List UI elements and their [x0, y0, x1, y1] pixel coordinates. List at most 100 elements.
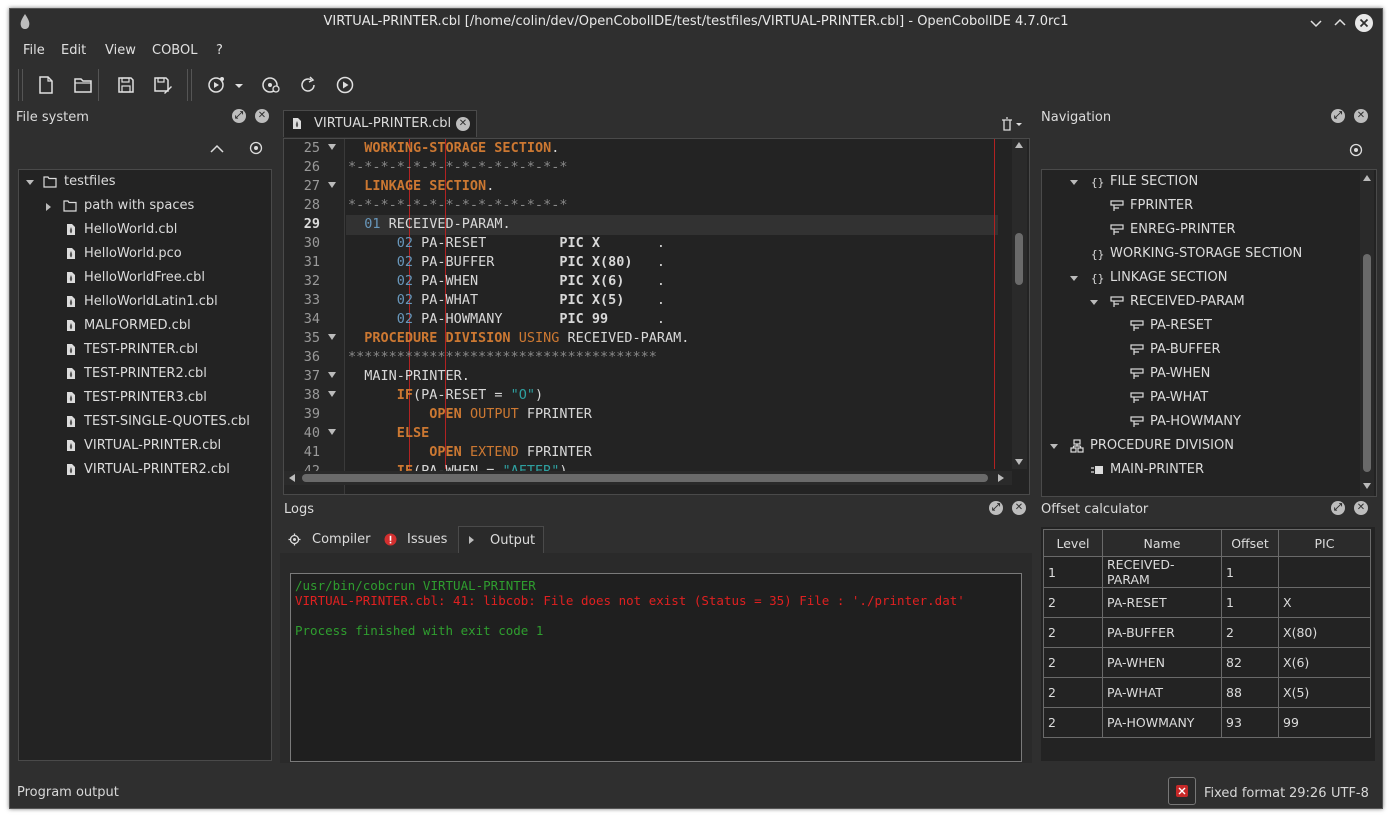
table-cell[interactable]: 1 [1221, 556, 1279, 588]
toolbar-handle-2[interactable] [187, 69, 192, 101]
editor-tab[interactable]: VIRTUAL-PRINTER.cbl ✕ [283, 110, 477, 137]
tree-root-testfiles[interactable]: testfiles [19, 172, 269, 194]
table-cell[interactable]: PA-HOWMANY [1102, 707, 1222, 738]
table-row[interactable]: 1 RECEIVED-PARAM 1 [1043, 556, 1371, 588]
table-cell[interactable]: PA-WHEN [1102, 647, 1222, 678]
file-item[interactable]: MALFORMED.cbl [19, 316, 269, 338]
settings-icon[interactable] [249, 141, 263, 159]
tab-issues[interactable]: Issues [376, 527, 456, 553]
nav-scrollbar[interactable] [1360, 170, 1374, 496]
fold-arrow-icon[interactable] [328, 182, 336, 188]
outline-item[interactable]: ENREG-PRINTER [1042, 220, 1358, 242]
table-row[interactable]: 2 PA-RESET 1 X [1043, 587, 1371, 618]
code-line[interactable]: 38 IF(PA-RESET = "O") [284, 387, 1029, 406]
outline-item[interactable]: PA-WHAT [1042, 388, 1358, 410]
vertical-scrollbar[interactable] [1012, 139, 1027, 469]
scroll-down-icon[interactable] [1363, 483, 1371, 489]
table-cell[interactable]: 2 [1043, 707, 1103, 738]
outline-item[interactable]: MAIN-PRINTER [1042, 460, 1358, 482]
table-cell[interactable]: 2 [1043, 677, 1103, 708]
menu-cobol[interactable]: COBOL [152, 43, 197, 58]
table-cell[interactable] [1278, 556, 1371, 588]
table-cell[interactable]: PA-WHAT [1102, 677, 1222, 708]
code-line[interactable]: 36 ************************************** [284, 349, 1029, 368]
table-row[interactable]: 2 PA-BUFFER 2 X(80) [1043, 617, 1371, 648]
error-indicator-button[interactable] [1168, 777, 1196, 805]
menu-file[interactable]: File [23, 43, 45, 58]
execute-icon[interactable] [334, 74, 356, 96]
file-item[interactable]: HelloWorldLatin1.cbl [19, 292, 269, 314]
table-cell[interactable]: X(80) [1278, 617, 1371, 648]
float-panel-icon[interactable]: ⤢ [1331, 109, 1345, 123]
file-item[interactable]: HelloWorldFree.cbl [19, 268, 269, 290]
status-format[interactable]: Fixed format [1204, 786, 1285, 801]
file-item[interactable]: HelloWorld.cbl [19, 220, 269, 242]
code-line[interactable]: 31 02 PA-BUFFER PIC X(80) . [284, 254, 1029, 273]
open-folder-icon[interactable] [72, 74, 94, 96]
outline-item[interactable]: PA-BUFFER [1042, 340, 1358, 362]
column-header[interactable]: Level [1043, 529, 1103, 557]
close-panel-icon[interactable]: ✕ [255, 109, 269, 123]
outline-item[interactable]: {} WORKING-STORAGE SECTION [1042, 244, 1358, 266]
table-cell[interactable]: X(5) [1278, 677, 1371, 708]
go-up-icon[interactable] [210, 143, 224, 158]
fold-arrow-icon[interactable] [328, 372, 336, 378]
table-row[interactable]: 2 PA-HOWMANY 93 99 [1043, 707, 1371, 738]
table-cell[interactable]: 99 [1278, 707, 1371, 738]
hscroll-thumb[interactable] [302, 474, 988, 482]
table-cell[interactable]: 82 [1221, 647, 1279, 678]
close-panel-icon[interactable]: ✕ [1354, 501, 1368, 515]
scroll-thumb[interactable] [1015, 233, 1023, 285]
settings-icon[interactable] [1349, 143, 1363, 161]
table-cell[interactable]: X(6) [1278, 647, 1371, 678]
horizontal-scrollbar[interactable] [284, 471, 1012, 485]
table-row[interactable]: 2 PA-WHEN 82 X(6) [1043, 647, 1371, 678]
clean-icon[interactable] [297, 74, 319, 96]
fold-arrow-icon[interactable] [328, 429, 336, 435]
table-cell[interactable]: 93 [1221, 707, 1279, 738]
status-encoding[interactable]: UTF-8 [1331, 786, 1369, 801]
file-item[interactable]: TEST-PRINTER3.cbl [19, 388, 269, 410]
file-item[interactable]: VIRTUAL-PRINTER.cbl [19, 436, 269, 458]
file-item[interactable]: TEST-SINGLE-QUOTES.cbl [19, 412, 269, 434]
column-header[interactable]: Offset [1221, 529, 1279, 557]
expand-arrow-icon[interactable] [1070, 180, 1078, 185]
outline-item[interactable]: PROCEDURE DIVISION [1042, 436, 1358, 458]
outline-item[interactable]: {} FILE SECTION [1042, 172, 1358, 194]
new-file-icon[interactable] [35, 74, 57, 96]
code-line[interactable]: 35 PROCEDURE DIVISION USING RECEIVED-PAR… [284, 330, 1029, 349]
fold-arrow-icon[interactable] [328, 144, 336, 150]
outline-item[interactable]: RECEIVED-PARAM [1042, 292, 1358, 314]
tree-folder-path-with-spaces[interactable]: path with spaces [19, 196, 269, 218]
compile-icon[interactable] [260, 74, 282, 96]
expand-arrow-icon[interactable] [26, 180, 34, 185]
float-panel-icon[interactable]: ⤢ [989, 501, 1003, 515]
menu-edit[interactable]: Edit [61, 43, 86, 58]
run-icon[interactable] [205, 74, 227, 96]
toolbar-handle[interactable] [18, 69, 23, 101]
close-panel-icon[interactable]: ✕ [1012, 501, 1026, 515]
table-cell[interactable]: 1 [1043, 556, 1103, 588]
code-line[interactable]: 37 MAIN-PRINTER. [284, 368, 1029, 387]
outline-item[interactable]: FPRINTER [1042, 196, 1358, 218]
scroll-up-icon[interactable] [1015, 142, 1023, 148]
code-line[interactable]: 41 OPEN EXTEND FPRINTER [284, 444, 1029, 463]
code-line[interactable]: 29 01 RECEIVED-PARAM. [284, 216, 1029, 235]
code-line[interactable]: 27 LINKAGE SECTION. [284, 178, 1029, 197]
run-dropdown-icon[interactable] [232, 74, 246, 96]
float-panel-icon[interactable]: ⤢ [1331, 501, 1345, 515]
table-cell[interactable]: 2 [1043, 587, 1103, 618]
table-cell[interactable]: 2 [1043, 647, 1103, 678]
outline-item[interactable]: {} LINKAGE SECTION [1042, 268, 1358, 290]
float-panel-icon[interactable]: ⤢ [232, 109, 246, 123]
tab-output[interactable]: Output [458, 526, 544, 553]
code-line[interactable]: 30 02 PA-RESET PIC X . [284, 235, 1029, 254]
close-panel-icon[interactable]: ✕ [1354, 109, 1368, 123]
code-line[interactable]: 33 02 PA-WHAT PIC X(5) . [284, 292, 1029, 311]
table-cell[interactable]: 88 [1221, 677, 1279, 708]
outline-item[interactable]: PA-RESET [1042, 316, 1358, 338]
column-header[interactable]: PIC [1278, 529, 1371, 557]
column-header[interactable]: Name [1102, 529, 1222, 557]
close-window-icon[interactable] [1354, 13, 1374, 33]
file-item[interactable]: VIRTUAL-PRINTER2.cbl [19, 460, 269, 482]
